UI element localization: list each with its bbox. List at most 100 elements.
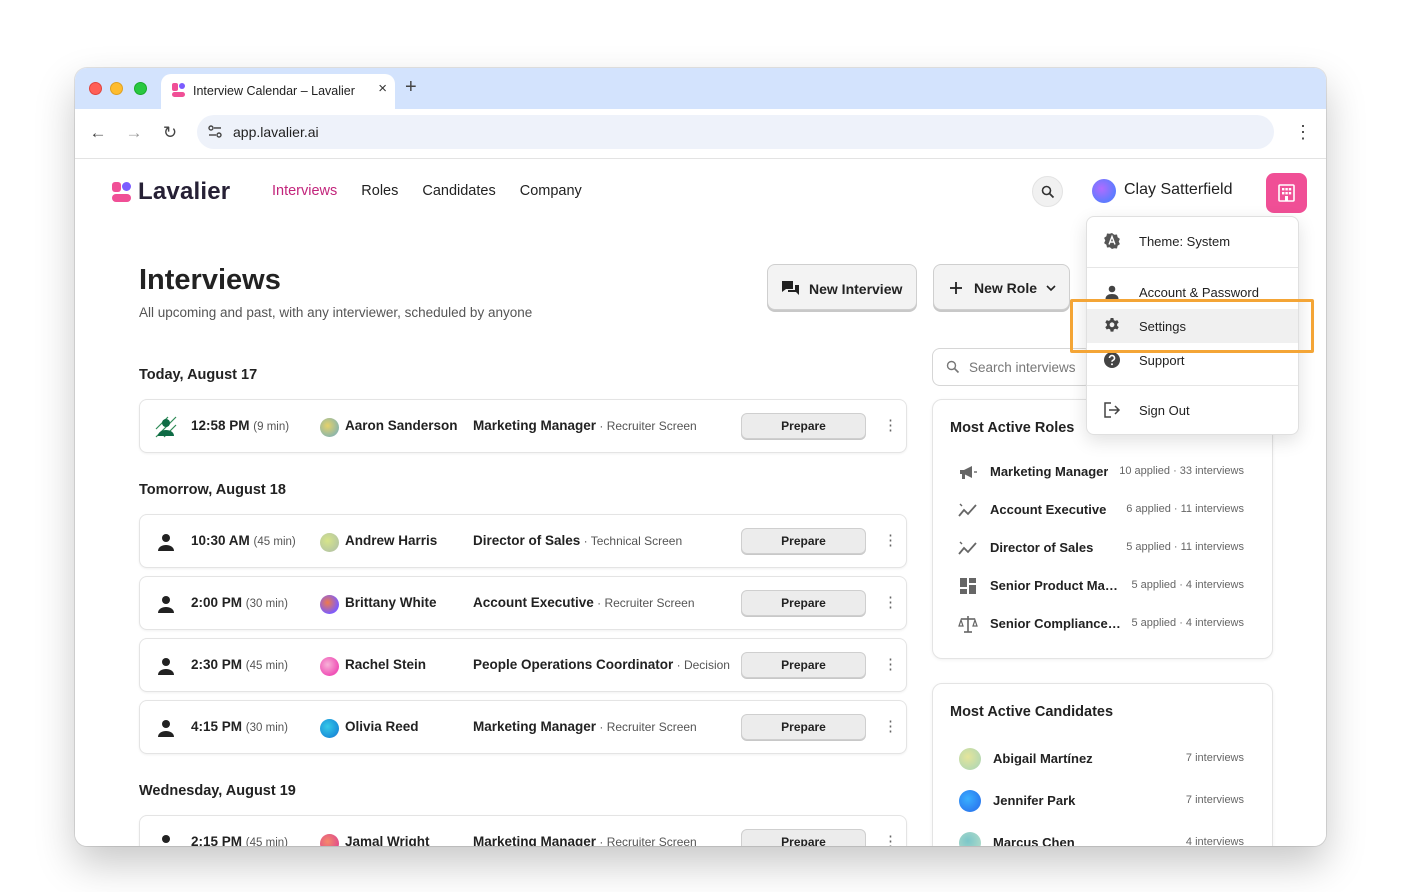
- interview-time: 2:15 PM (45 min): [191, 834, 288, 846]
- role-item[interactable]: Marketing Manager 10 applied · 33 interv…: [958, 460, 1248, 484]
- site-settings-icon[interactable]: [207, 124, 223, 140]
- avatar: [320, 418, 339, 437]
- menu-divider: [1087, 267, 1298, 268]
- candidate-name: Abigail Martínez: [993, 751, 1093, 766]
- role-stats: 5 applied · 4 interviews: [1131, 617, 1244, 629]
- scale-icon: [958, 616, 978, 633]
- brand-name: Lavalier: [138, 178, 231, 205]
- menu-item-sign-out[interactable]: Sign Out: [1087, 393, 1298, 427]
- candidate-item[interactable]: Jennifer Park 7 interviews: [958, 789, 1248, 813]
- candidate-name[interactable]: Rachel Stein: [345, 657, 426, 672]
- menu-item-label: Account & Password: [1139, 285, 1259, 300]
- more-options-icon[interactable]: ⋮: [883, 532, 898, 550]
- role-stats: 6 applied · 11 interviews: [1126, 503, 1244, 515]
- megaphone-icon: [960, 466, 977, 479]
- new-interview-button[interactable]: New Interview: [767, 264, 917, 310]
- search-interviews-input[interactable]: Search interviews: [932, 348, 1092, 386]
- interview-row[interactable]: 2:15 PM (45 min) Jamal Wright Marketing …: [139, 815, 907, 846]
- candidate-stats: 7 interviews: [1185, 752, 1244, 764]
- avatar: [320, 657, 339, 676]
- day-heading: Tomorrow, August 18: [139, 482, 286, 498]
- nav-interviews[interactable]: Interviews: [272, 183, 337, 199]
- browser-tab[interactable]: Interview Calendar – Lavalier ×: [161, 74, 395, 109]
- page-title: Interviews: [139, 264, 281, 296]
- new-role-button[interactable]: New Role: [933, 264, 1070, 310]
- more-options-icon[interactable]: ⋮: [883, 656, 898, 674]
- role-item[interactable]: Director of Sales 5 applied · 11 intervi…: [958, 536, 1248, 560]
- candidate-name[interactable]: Aaron Sanderson: [345, 418, 458, 433]
- close-window-button[interactable]: [89, 82, 102, 95]
- role-stats: 5 applied · 4 interviews: [1131, 579, 1244, 591]
- more-options-icon[interactable]: ⋮: [883, 417, 898, 435]
- role-item[interactable]: Senior Product Man... 5 applied · 4 inte…: [958, 574, 1248, 598]
- address-bar[interactable]: app.lavalier.ai: [197, 115, 1274, 149]
- prepare-button[interactable]: Prepare: [741, 590, 866, 616]
- candidate-name[interactable]: Olivia Reed: [345, 719, 419, 734]
- interview-stage: · Recruiter Screen: [596, 419, 697, 433]
- plus-icon: [950, 282, 962, 294]
- lavalier-favicon-icon: [172, 83, 185, 97]
- role-stats: 5 applied · 11 interviews: [1126, 541, 1244, 553]
- global-search-button[interactable]: [1032, 176, 1063, 207]
- interview-time: 2:30 PM (45 min): [191, 657, 288, 672]
- menu-item-theme[interactable]: Theme: System: [1087, 224, 1298, 258]
- prepare-button[interactable]: Prepare: [741, 528, 866, 554]
- role-item[interactable]: Senior Compliance ... 5 applied · 4 inte…: [958, 612, 1248, 636]
- more-options-icon[interactable]: ⋮: [883, 833, 898, 846]
- menu-item-label: Sign Out: [1139, 403, 1190, 418]
- tab-close-icon[interactable]: ×: [378, 80, 387, 97]
- interview-row[interactable]: 10:30 AM (45 min) Andrew Harris Director…: [139, 514, 907, 568]
- chevron-down-icon: [1046, 284, 1056, 291]
- user-avatar[interactable]: [1092, 179, 1116, 203]
- prepare-button[interactable]: Prepare: [741, 714, 866, 740]
- browser-menu-icon[interactable]: ⋮: [1294, 121, 1312, 143]
- help-icon: [1104, 352, 1120, 368]
- candidate-item[interactable]: Marcus Chen 4 interviews: [958, 831, 1248, 846]
- back-icon[interactable]: ←: [86, 121, 110, 145]
- user-name[interactable]: Clay Satterfield: [1124, 181, 1233, 199]
- zoom-window-button[interactable]: [134, 82, 147, 95]
- brand-logo[interactable]: Lavalier: [111, 178, 231, 205]
- role-title: Account Executive · Recruiter Screen: [473, 595, 695, 610]
- reload-icon[interactable]: ↻: [158, 121, 182, 145]
- prepare-button[interactable]: Prepare: [741, 652, 866, 678]
- interview-row[interactable]: 12:58 PM (9 min) Aaron Sanderson Marketi…: [139, 399, 907, 453]
- role-item[interactable]: Account Executive 6 applied · 11 intervi…: [958, 498, 1248, 522]
- nav-roles[interactable]: Roles: [361, 183, 398, 199]
- settings-highlight-annotation: [1070, 299, 1314, 353]
- most-active-candidates-card: Most Active Candidates Abigail Martínez …: [932, 683, 1273, 846]
- new-tab-button[interactable]: +: [405, 76, 417, 99]
- nav-candidates[interactable]: Candidates: [422, 183, 495, 199]
- role-name: Account Executive: [990, 502, 1107, 517]
- person-icon: [158, 720, 174, 737]
- more-options-icon[interactable]: ⋮: [883, 594, 898, 612]
- candidate-name[interactable]: Andrew Harris: [345, 533, 437, 548]
- organization-button[interactable]: [1266, 173, 1307, 213]
- avatar: [320, 719, 339, 738]
- candidate-name[interactable]: Jamal Wright: [345, 834, 430, 846]
- search-icon: [1041, 185, 1055, 199]
- candidate-name[interactable]: Brittany White: [345, 595, 437, 610]
- interview-row[interactable]: 2:30 PM (45 min) Rachel Stein People Ope…: [139, 638, 907, 692]
- prepare-button[interactable]: Prepare: [741, 829, 866, 846]
- prepare-button[interactable]: Prepare: [741, 413, 866, 439]
- interview-row[interactable]: 2:00 PM (30 min) Brittany White Account …: [139, 576, 907, 630]
- interview-duration: (45 min): [253, 536, 296, 548]
- interview-stage: · Recruiter Screen: [596, 720, 697, 734]
- interview-time: 4:15 PM (30 min): [191, 719, 288, 734]
- browser-window: Interview Calendar – Lavalier × + ← → ↻ …: [75, 68, 1326, 846]
- app-viewport: Lavalier Interviews Roles Candidates Com…: [75, 159, 1326, 846]
- more-options-icon[interactable]: ⋮: [883, 718, 898, 736]
- interview-stage: · Decision: [673, 658, 730, 672]
- forward-icon[interactable]: →: [122, 121, 146, 145]
- role-title: Marketing Manager · Recruiter Screen: [473, 719, 697, 734]
- candidate-name: Marcus Chen: [993, 835, 1075, 846]
- minimize-window-button[interactable]: [110, 82, 123, 95]
- nav-company[interactable]: Company: [520, 183, 582, 199]
- interview-row[interactable]: 4:15 PM (30 min) Olivia Reed Marketing M…: [139, 700, 907, 754]
- dashboard-icon: [960, 578, 976, 594]
- day-heading: Wednesday, August 19: [139, 783, 296, 799]
- chat-bubbles-icon: [782, 281, 799, 295]
- candidate-item[interactable]: Abigail Martínez 7 interviews: [958, 747, 1248, 771]
- avatar: [959, 748, 981, 770]
